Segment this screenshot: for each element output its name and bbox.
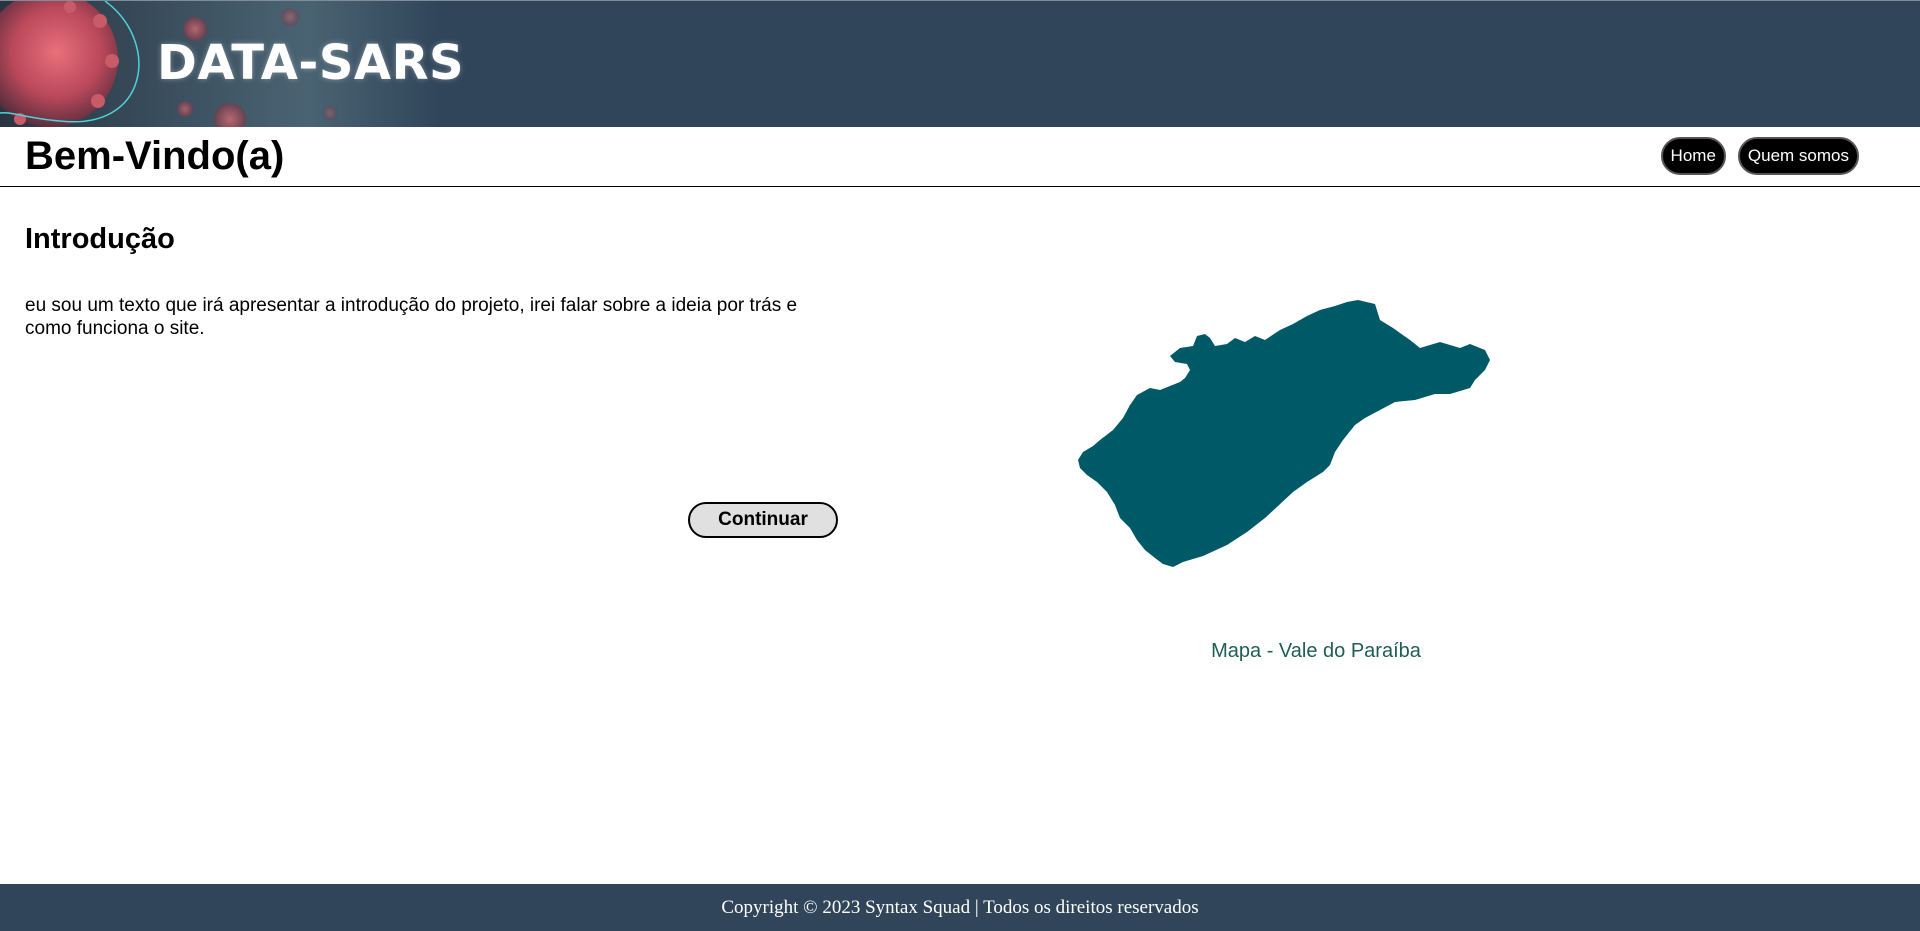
site-banner: DATA-SARS (0, 0, 1920, 127)
map-region-shape (1078, 300, 1490, 567)
top-nav: Home Quem somos (1660, 137, 1859, 175)
welcome-bar: Bem-Vindo(a) Home Quem somos (0, 127, 1920, 187)
page-title: Bem-Vindo(a) (25, 134, 285, 178)
intro-heading: Introdução (25, 223, 175, 255)
nav-about-button[interactable]: Quem somos (1737, 137, 1859, 175)
nav-home-button[interactable]: Home (1660, 137, 1726, 175)
site-logo-text: DATA-SARS (157, 35, 465, 91)
page: DATA-SARS Bem-Vindo(a) Home Quem somos I… (0, 0, 1920, 931)
vale-paraiba-map-image (1078, 300, 1490, 567)
copyright-text: Copyright © 2023 Syntax Squad | Todos os… (721, 897, 1199, 918)
map-caption: Mapa - Vale do Paraíba (1211, 640, 1421, 662)
intro-paragraph: eu sou um texto que irá apresentar a int… (25, 295, 798, 339)
continue-button[interactable]: Continuar (688, 502, 838, 538)
site-footer: Copyright © 2023 Syntax Squad | Todos os… (0, 884, 1920, 931)
